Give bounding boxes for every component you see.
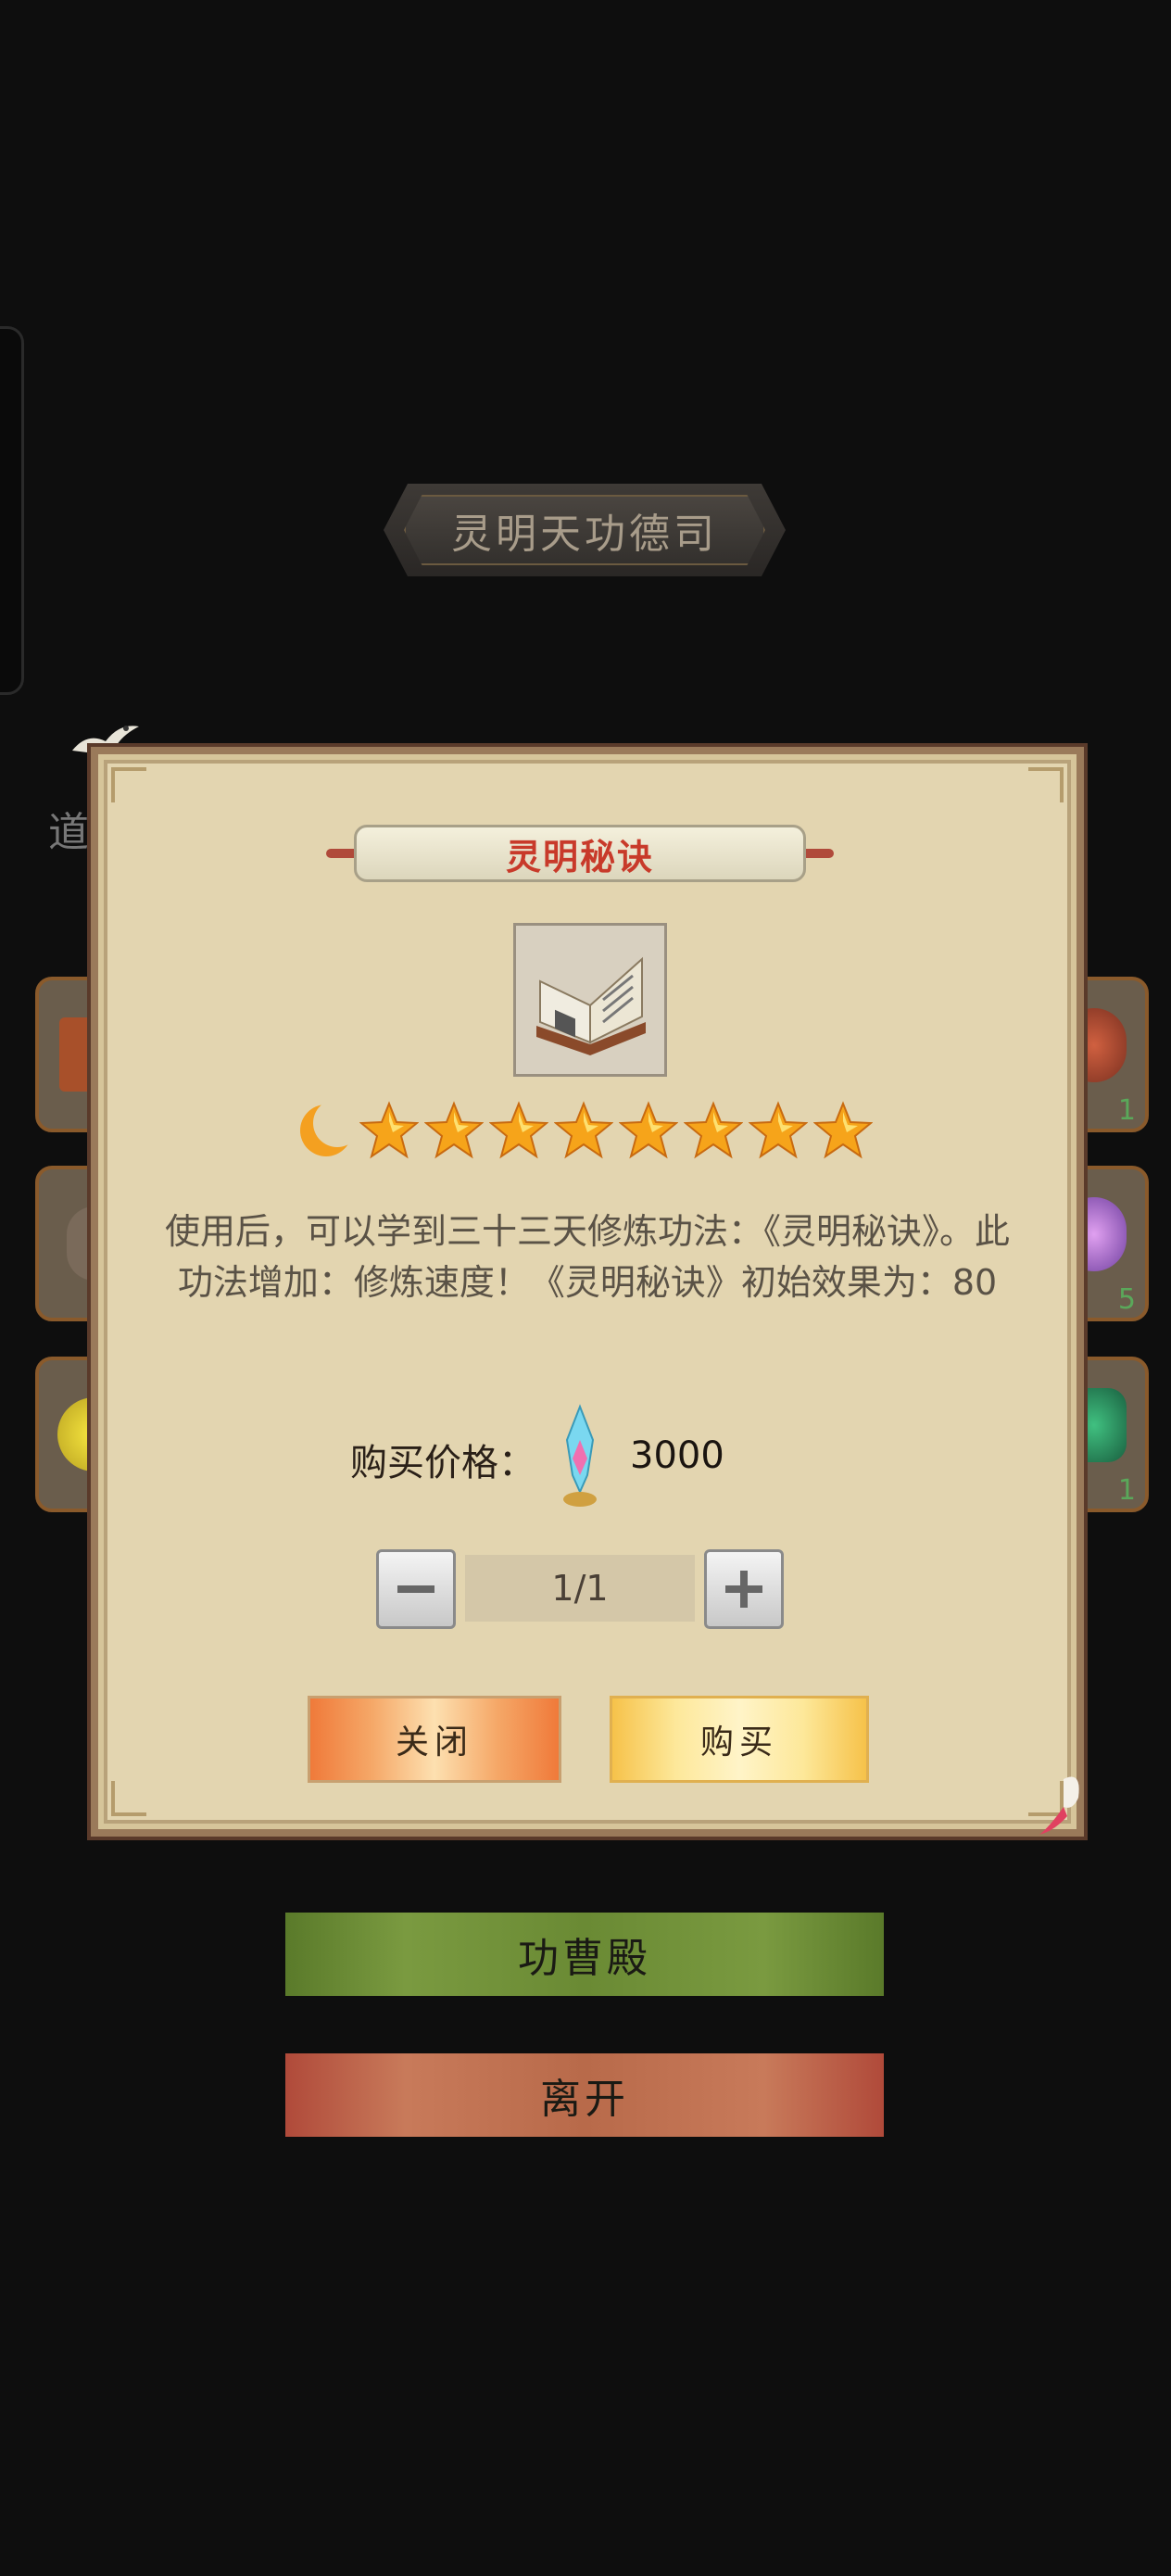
- quantity-value: 1/1: [465, 1555, 695, 1622]
- star-icon: [486, 1098, 551, 1163]
- item-description: 使用后，可以学到三十三天修炼功法：《灵明秘诀》。此功法增加：修炼速度！《灵明秘诀…: [164, 1211, 1010, 1303]
- gongcao-hall-button[interactable]: 功曹殿: [285, 1913, 884, 1996]
- location-title: 灵明天功德司: [451, 511, 718, 558]
- star-icon: [681, 1098, 746, 1163]
- quantity-stepper: 1/1: [376, 1549, 784, 1631]
- slot-count: 1: [1117, 1094, 1136, 1127]
- slot-count: 5: [1117, 1283, 1136, 1316]
- price-value: 3000: [630, 1434, 724, 1477]
- plus-icon: [725, 1571, 762, 1608]
- butterfly-icon: [1039, 1776, 1079, 1835]
- category-label: 道: [48, 809, 89, 856]
- leave-button[interactable]: 离开: [285, 2053, 884, 2137]
- item-name-banner: 灵明秘诀: [326, 821, 834, 886]
- star-icon: [551, 1098, 616, 1163]
- minus-icon: [397, 1585, 434, 1593]
- star-icon: [616, 1098, 681, 1163]
- frame-corner: [111, 767, 146, 802]
- star-icon: [422, 1098, 486, 1163]
- frame-corner: [1028, 767, 1064, 802]
- close-button[interactable]: 关闭: [308, 1696, 561, 1783]
- book-icon: [513, 923, 667, 1077]
- moon-icon: [292, 1098, 357, 1163]
- star-icon: [746, 1098, 811, 1163]
- rating-stars: [287, 1093, 880, 1168]
- decrease-button[interactable]: [376, 1549, 456, 1629]
- buy-button[interactable]: 购买: [610, 1696, 869, 1783]
- item-purchase-dialog: 灵明秘诀 使用后，可以学到三十三天修炼功法：《灵明秘诀》。此功法增加：修炼速度！…: [87, 743, 1088, 1840]
- frame-corner: [111, 1781, 146, 1816]
- slot-count: 1: [1117, 1474, 1136, 1507]
- location-title-banner: 灵明天功德司: [384, 484, 786, 576]
- side-panel-edge: [0, 326, 24, 695]
- item-name: 灵明秘诀: [505, 836, 654, 878]
- price-row: 购买价格： 3000: [98, 1403, 1062, 1514]
- star-icon: [357, 1098, 422, 1163]
- star-icon: [811, 1098, 875, 1163]
- increase-button[interactable]: [704, 1549, 784, 1629]
- gem-icon: [563, 1404, 597, 1507]
- price-label: 购买价格：: [350, 1442, 535, 1484]
